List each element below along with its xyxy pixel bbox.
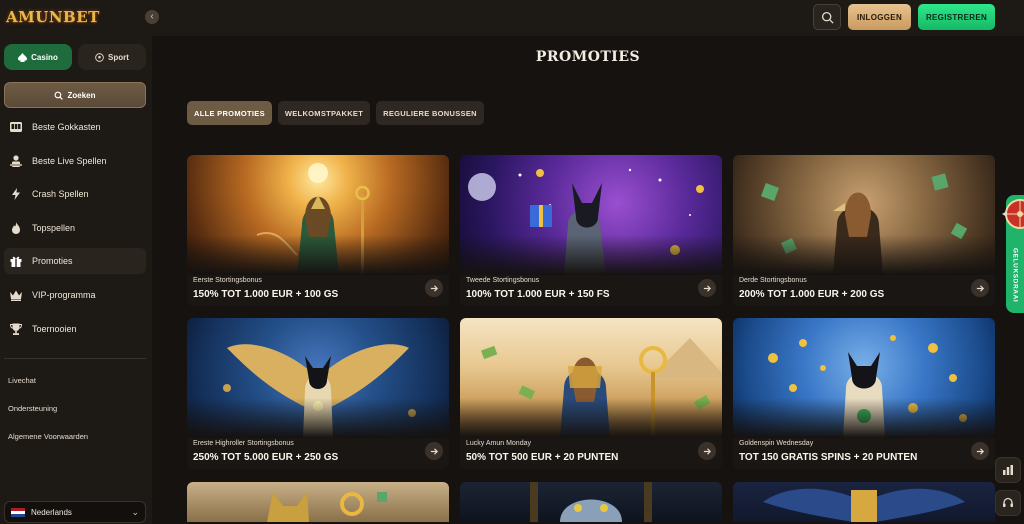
sidebar-search-button[interactable]: Zoeken — [4, 82, 146, 108]
sidebar-divider — [4, 358, 146, 359]
bar-chart-icon — [1003, 465, 1013, 475]
promo-card[interactable]: Derde Stortingsbonus 200% TOT 1.000 EUR … — [733, 155, 995, 306]
arrow-right-icon[interactable] — [698, 279, 716, 297]
promo-card-partial[interactable] — [187, 482, 449, 522]
sidebar-item-vip-programma[interactable]: VIP-programma — [4, 282, 146, 308]
sidebar-item-beste-live-spellen[interactable]: Beste Live Spellen — [4, 148, 146, 174]
promo-card[interactable]: Tweede Stortingsbonus 100% TOT 1.000 EUR… — [460, 155, 722, 306]
promo-subtitle: Tweede Stortingsbonus — [466, 277, 540, 284]
soccer-ball-icon — [95, 52, 104, 62]
promo-subtitle: Derde Stortingsbonus — [739, 277, 807, 284]
sidebar-item-label: Topspellen — [32, 222, 76, 233]
sidebar-item-label: Toernooien — [32, 323, 77, 334]
arrow-right-icon[interactable] — [971, 442, 989, 460]
casino-tab[interactable]: Casino — [4, 44, 72, 70]
sidebar-item-beste-gokkasten[interactable]: Beste Gokkasten — [4, 114, 146, 140]
sidebar-item-topspellen[interactable]: Topspellen — [4, 215, 146, 241]
filter-regular-bonuses[interactable]: REGULIERE BONUSSEN — [376, 101, 484, 125]
promo-subtitle: Lucky Amun Monday — [466, 440, 531, 447]
promo-card[interactable]: Lucky Amun Monday 50% TOT 500 EUR + 20 P… — [460, 318, 722, 469]
terms-link[interactable]: Algemene Voorwaarden — [8, 432, 88, 441]
language-selector[interactable]: Nederlands ⌄ — [4, 501, 146, 523]
arrow-right-icon[interactable] — [425, 442, 443, 460]
promo-card[interactable]: Goldenspin Wednesday TOT 150 GRATIS SPIN… — [733, 318, 995, 469]
gift-icon — [9, 254, 23, 268]
sidebar-item-label: Beste Gokkasten — [32, 122, 101, 132]
logo[interactable]: AMUNBET — [6, 4, 99, 30]
arrow-right-icon[interactable] — [425, 279, 443, 297]
arrow-right-icon[interactable] — [698, 442, 716, 460]
promo-title: 50% TOT 500 EUR + 20 PUNTEN — [466, 452, 619, 463]
sidebar-collapse-button[interactable]: ‹ — [145, 10, 159, 24]
lightning-icon — [9, 187, 23, 201]
flame-icon — [9, 221, 23, 235]
headset-icon — [1003, 497, 1013, 507]
filter-all-promotions[interactable]: ALLE PROMOTIES — [187, 101, 272, 125]
promo-image — [187, 155, 449, 275]
sidebar-item-label: Crash Spellen — [32, 189, 89, 200]
support-link[interactable]: Ondersteuning — [8, 404, 57, 413]
language-label: Nederlands — [31, 507, 72, 517]
register-button[interactable]: REGISTREREN — [918, 4, 995, 30]
sidebar-item-promoties[interactable]: Promoties — [4, 248, 146, 275]
page-title: PROMOTIES — [535, 49, 641, 65]
support-chat-button[interactable] — [995, 490, 1021, 516]
spade-icon — [18, 52, 28, 62]
wheel-of-fortune-icon — [1002, 199, 1024, 229]
promo-card-partial[interactable] — [460, 482, 722, 522]
promo-image — [460, 318, 722, 438]
promo-title: 150% TOT 1.000 EUR + 100 GS — [193, 289, 339, 300]
promo-subtitle: Eerste Stortingsbonus — [193, 277, 262, 284]
promo-card[interactable]: Eerste Stortingsbonus 150% TOT 1.000 EUR… — [187, 155, 449, 306]
casino-tab-label: Casino — [31, 52, 58, 62]
top-bar: AMUNBET ‹ INLOGGEN REGISTREREN — [0, 0, 1024, 36]
main-content: PROMOTIES ALLE PROMOTIES WELKOMSTPAKKET … — [152, 36, 1024, 524]
trophy-icon — [9, 322, 23, 336]
promo-image — [733, 155, 995, 275]
promo-title: 100% TOT 1.000 EUR + 150 FS — [466, 289, 610, 300]
sport-tab[interactable]: Sport — [78, 44, 146, 70]
crown-icon — [9, 288, 23, 302]
promo-card-partial[interactable] — [733, 482, 995, 522]
slot-machine-icon — [9, 120, 23, 134]
chevron-down-icon: ⌄ — [131, 507, 139, 517]
arrow-right-icon[interactable] — [971, 279, 989, 297]
promo-card[interactable]: Ereste Highroller Stortingsbonus 250% TO… — [187, 318, 449, 469]
search-icon — [821, 11, 834, 24]
lucky-wheel-label: GELUKSDRAAI — [1011, 247, 1019, 303]
sidebar: Casino Sport Zoeken Beste Gokkasten Best… — [0, 36, 152, 524]
dealer-icon — [9, 154, 23, 168]
stats-button[interactable] — [995, 457, 1021, 483]
sidebar-item-crash-spellen[interactable]: Crash Spellen — [4, 181, 146, 207]
sport-tab-label: Sport — [108, 52, 129, 62]
promo-subtitle: Goldenspin Wednesday — [739, 440, 814, 447]
promo-subtitle: Ereste Highroller Stortingsbonus — [193, 440, 294, 447]
promo-title: TOT 150 GRATIS SPINS + 20 PUNTEN — [739, 452, 918, 463]
livechat-link[interactable]: Livechat — [8, 376, 36, 385]
promo-image — [460, 155, 722, 275]
netherlands-flag-icon — [11, 507, 25, 517]
search-icon — [55, 91, 64, 100]
sidebar-item-label: Beste Live Spellen — [32, 155, 107, 166]
sidebar-item-label: Promoties — [32, 256, 73, 267]
promo-filters: ALLE PROMOTIES WELKOMSTPAKKET REGULIERE … — [187, 101, 484, 125]
header-search-button[interactable] — [813, 4, 841, 30]
promo-title: 200% TOT 1.000 EUR + 200 GS — [739, 289, 885, 300]
casino-sport-toggle: Casino Sport — [4, 44, 146, 70]
promo-image — [733, 318, 995, 438]
promo-title: 250% TOT 5.000 EUR + 250 GS — [193, 452, 339, 463]
sidebar-item-toernooien[interactable]: Toernooien — [4, 316, 146, 342]
sidebar-menu: Beste Gokkasten Beste Live Spellen Crash… — [4, 114, 146, 349]
login-button[interactable]: INLOGGEN — [848, 4, 911, 30]
sidebar-item-label: VIP-programma — [32, 289, 96, 300]
sidebar-search-label: Zoeken — [67, 90, 96, 100]
promo-image — [187, 318, 449, 438]
filter-welcome-package[interactable]: WELKOMSTPAKKET — [277, 101, 371, 125]
